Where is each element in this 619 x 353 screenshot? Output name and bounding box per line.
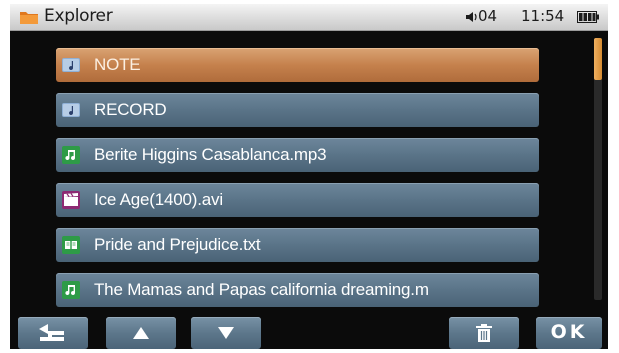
up-arrow-icon [133, 327, 149, 339]
status-bar: Explorer 04 11:54 [10, 4, 608, 31]
file-list: NOTE RECORD Berite Higgins Casablanca.mp… [10, 30, 608, 312]
scrollbar[interactable] [594, 38, 602, 300]
list-item[interactable]: Ice Age(1400).avi [56, 183, 539, 217]
back-button[interactable] [18, 317, 88, 349]
scroll-thumb[interactable] [594, 38, 602, 80]
ok-label: OK [550, 321, 588, 343]
file-name: RECORD [94, 100, 167, 119]
file-name: Ice Age(1400).avi [94, 190, 223, 209]
clock: 11:54 [521, 7, 565, 25]
clapperboard-icon [62, 191, 80, 209]
scroll-up-button[interactable] [106, 317, 176, 349]
book-icon [62, 236, 80, 254]
list-item[interactable]: RECORD [56, 93, 539, 127]
app-title: Explorer [44, 6, 113, 26]
scroll-down-button[interactable] [191, 317, 261, 349]
volume-level: 04 [478, 7, 498, 25]
music-note-icon [62, 281, 80, 299]
device-screen: Explorer 04 11:54 NOTE RECORD Berite Hig… [10, 4, 608, 349]
volume-icon [466, 12, 477, 22]
music-note-icon [62, 146, 80, 164]
list-item[interactable]: Pride and Prejudice.txt [56, 228, 539, 262]
list-item[interactable]: The Mamas and Papas california dreaming.… [56, 273, 539, 307]
file-name: The Mamas and Papas california dreaming.… [94, 280, 429, 299]
file-name: NOTE [94, 55, 141, 74]
trash-icon [476, 324, 492, 342]
file-name: Berite Higgins Casablanca.mp3 [94, 145, 327, 164]
file-name: Pride and Prejudice.txt [94, 235, 261, 254]
down-arrow-icon [218, 327, 234, 339]
battery-icon [577, 11, 599, 23]
folder-icon [20, 12, 38, 24]
list-item[interactable]: NOTE [56, 48, 539, 82]
delete-button[interactable] [449, 317, 519, 349]
folder-music-icon [62, 103, 80, 117]
folder-music-icon [62, 58, 80, 72]
back-arrow-icon [39, 324, 64, 341]
list-item[interactable]: Berite Higgins Casablanca.mp3 [56, 138, 539, 172]
ok-button[interactable]: OK [536, 317, 602, 349]
